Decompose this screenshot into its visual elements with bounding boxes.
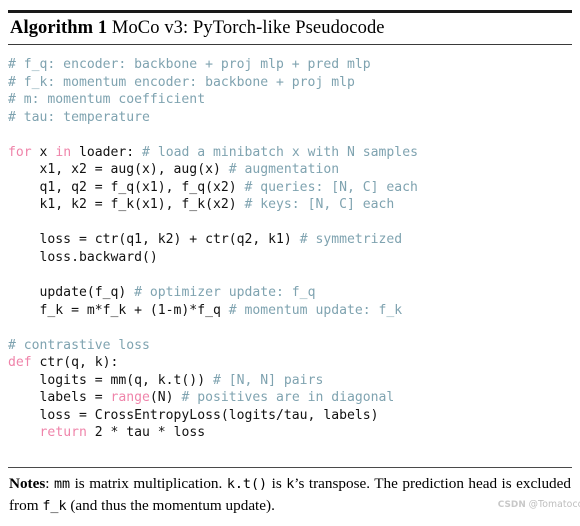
notes-segment-mono: mm: [53, 477, 71, 492]
code-line: # m: momentum coefficient: [8, 91, 574, 109]
code-token-comment: # keys: [N, C] each: [244, 197, 395, 213]
notes-segment-text: :: [45, 475, 54, 492]
notes-segment-text: (and thus the momentum update).: [66, 496, 275, 514]
code-token-kw: def: [8, 355, 32, 371]
code-token-kw: return: [39, 425, 87, 441]
code-token-comment: # augmentation: [228, 162, 340, 178]
code-line: # f_q: encoder: backbone + proj mlp + pr…: [8, 56, 574, 74]
code-line: return 2 * tau * loss: [8, 424, 574, 442]
code-token-plain: k1, k2 = f_k(x1), f_k(x2): [8, 197, 245, 213]
code-token-plain: loss = CrossEntropyLoss(logits/tau, labe…: [8, 407, 379, 423]
watermark: CSDN@Tomatoccc: [497, 499, 580, 510]
code-line: # f_k: momentum encoder: backbone + proj…: [8, 74, 574, 92]
code-line: # tau: temperature: [8, 109, 574, 127]
code-line: # contrastive loss: [8, 337, 574, 355]
code-token-plain: logits = mm(q, k.t()): [8, 372, 213, 388]
notes-segment-mono: k.t(): [226, 477, 268, 492]
notes-segment-text: is: [267, 475, 287, 492]
code-token-plain: q1, q2 = f_q(x1), f_q(x2): [8, 179, 245, 195]
code-line: k1, k2 = f_k(x1), f_k(x2) # keys: [N, C]…: [8, 196, 574, 214]
code-line: x1, x2 = aug(x), aug(x) # augmentation: [8, 161, 574, 179]
code-token-comment: # contrastive loss: [8, 337, 150, 353]
rule-above-notes: [8, 467, 572, 469]
code-token-comment: # f_k: momentum encoder: backbone + proj…: [8, 74, 355, 90]
code-token-kw: in: [55, 144, 72, 160]
code-line: loss.backward(): [8, 249, 574, 267]
algorithm-block: Algorithm 1 MoCo v3: PyTorch-like Pseudo…: [0, 0, 580, 526]
rule-under-title: [8, 44, 572, 46]
code-token-comment: # m: momentum coefficient: [8, 92, 206, 108]
code-token-comment: # load a minibatch x with N samples: [142, 144, 418, 160]
algorithm-caption: MoCo v3: PyTorch-like Pseudocode: [107, 18, 385, 38]
code-token-plain: loss = ctr(q1, k2) + ctr(q2, k1): [8, 232, 300, 248]
algorithm-title: Algorithm 1 MoCo v3: PyTorch-like Pseudo…: [10, 15, 385, 41]
code-token-plain: ctr(q, k):: [31, 355, 119, 371]
code-line: loss = ctr(q1, k2) + ctr(q2, k1) # symme…: [8, 231, 574, 249]
pseudocode-block: # f_q: encoder: backbone + proj mlp + pr…: [8, 56, 574, 442]
code-line: def ctr(q, k):: [8, 354, 574, 372]
algorithm-notes: Notes: mm is matrix multiplication. k.t(…: [9, 474, 571, 517]
code-line: logits = mm(q, k.t()) # [N, N] pairs: [8, 372, 574, 390]
code-token-comment: # momentum update: f_k: [228, 302, 403, 318]
code-token-plain: 2 * tau * loss: [86, 425, 206, 441]
code-line: labels = range(N) # positives are in dia…: [8, 389, 574, 407]
code-token-comment: # [N, N] pairs: [212, 372, 324, 388]
notes-segment-mono: f_k: [42, 498, 67, 514]
watermark-handle: @Tomatoccc: [528, 499, 580, 510]
notes-segment-text: is matrix multiplication.: [70, 475, 227, 492]
code-line: q1, q2 = f_q(x1), f_q(x2) # queries: [N,…: [8, 179, 574, 197]
code-token-plain: loader:: [71, 144, 143, 160]
code-token-comment: # optimizer update: f_q: [134, 285, 316, 301]
code-line: f_k = m*f_k + (1-m)*f_q # momentum updat…: [8, 302, 574, 320]
code-token-comment: # tau: temperature: [8, 109, 150, 125]
rule-top: [8, 10, 572, 13]
code-token-comment: # positives are in diagonal: [181, 390, 395, 406]
code-token-plain: x1, x2 = aug(x), aug(x): [8, 162, 229, 178]
code-token-kw: range: [110, 390, 150, 406]
notes-label: Notes: [9, 475, 46, 492]
code-token-plain: update(f_q): [8, 285, 135, 301]
code-token-plain: labels =: [8, 390, 111, 406]
code-token-plain: f_k = m*f_k + (1-m)*f_q: [8, 302, 229, 318]
notes-body: : mm is matrix multiplication. k.t() is …: [9, 475, 571, 514]
code-token-comment: # symmetrized: [299, 232, 403, 248]
algorithm-number-label: Algorithm 1: [10, 18, 108, 38]
code-line: for x in loader: # load a minibatch x wi…: [8, 144, 574, 162]
code-token-comment: # f_q: encoder: backbone + proj mlp + pr…: [8, 57, 371, 72]
code-token-plain: loss.backward(): [8, 250, 158, 266]
code-token-plain: (N): [149, 390, 182, 406]
code-token-plain: x: [31, 144, 56, 160]
watermark-logo: CSDN: [497, 499, 526, 510]
code-token-kw: for: [8, 144, 32, 160]
code-token-comment: # queries: [N, C] each: [244, 179, 418, 195]
code-line: update(f_q) # optimizer update: f_q: [8, 284, 574, 302]
code-line: loss = CrossEntropyLoss(logits/tau, labe…: [8, 407, 574, 425]
